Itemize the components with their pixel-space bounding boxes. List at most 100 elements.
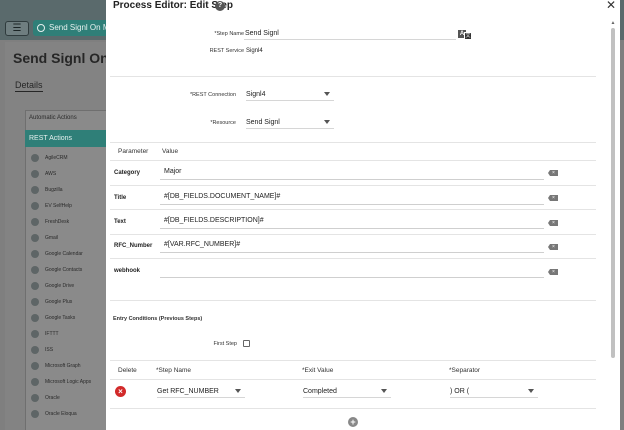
chevron-down-icon: [381, 389, 387, 393]
parameter-value-input[interactable]: #[DB_FIELDS.DOCUMENT_NAME]#: [160, 191, 544, 205]
rest-action-item[interactable]: Google Tasks: [31, 310, 91, 326]
condition-step-name-value: Get RFC_NUMBER: [157, 388, 219, 395]
parameter-value-input[interactable]: #[DB_FIELDS.DESCRIPTION]#: [160, 215, 544, 229]
rest-action-item[interactable]: Microsoft Logic Apps: [31, 374, 91, 390]
divider: [110, 408, 596, 409]
rest-action-item[interactable]: ISS: [31, 342, 91, 358]
clear-field-icon[interactable]: ×: [548, 269, 558, 275]
scroll-up-arrow-icon[interactable]: ▲: [610, 20, 616, 26]
service-logo-icon: [31, 346, 39, 354]
rest-action-item[interactable]: Microsoft Graph: [31, 358, 91, 374]
service-logo-icon: [31, 282, 39, 290]
rest-action-label: AWS: [45, 171, 57, 177]
delete-column-header: Delete: [118, 367, 137, 374]
delete-icon[interactable]: ×: [115, 386, 126, 397]
service-logo-icon: [31, 186, 39, 194]
condition-separator-select[interactable]: ) OR (: [450, 386, 538, 398]
rest-action-item[interactable]: AWS: [31, 166, 91, 182]
rest-action-item[interactable]: Gmail: [31, 230, 91, 246]
rest-action-item[interactable]: FreshDesk: [31, 214, 91, 230]
divider: [110, 209, 596, 210]
separator-column-header: *Separator: [449, 367, 481, 374]
tab-details[interactable]: Details: [15, 80, 43, 92]
parameter-value-input[interactable]: [160, 264, 544, 278]
rest-action-label: Google Tasks: [45, 315, 76, 321]
parameter-name: RFC_Number: [114, 243, 153, 249]
rest-action-label: Oracle: [45, 395, 60, 401]
help-icon[interactable]: ?: [215, 1, 225, 11]
rest-action-item[interactable]: Google Plus: [31, 294, 91, 310]
clear-field-icon[interactable]: ×: [548, 170, 558, 176]
open-tab-label: Send Signl On M: [49, 23, 110, 32]
parameter-name: Text: [114, 219, 126, 225]
divider: [110, 76, 596, 77]
rest-action-label: Google Calendar: [45, 251, 83, 257]
clear-field-icon[interactable]: ×: [548, 244, 558, 250]
rest-action-item[interactable]: IFTTT: [31, 326, 91, 342]
exit-value-column-header: *Exit Value: [302, 367, 334, 374]
rest-action-label: Gmail: [45, 235, 59, 241]
menu-icon[interactable]: ☰: [5, 21, 29, 36]
rest-action-item[interactable]: AgileCRM: [31, 150, 91, 166]
automatic-actions-header[interactable]: Automatic Actions: [29, 115, 77, 121]
translate-b-glyph: 文: [464, 32, 472, 40]
divider: [110, 160, 596, 161]
service-logo-icon: [31, 266, 39, 274]
modal-scrollbar[interactable]: ▲: [610, 20, 616, 430]
rest-action-label: Oracle Eloqua: [45, 411, 77, 417]
divider: [110, 142, 596, 143]
parameter-name: Category: [114, 170, 141, 176]
rest-action-label: IFTTT: [45, 331, 59, 337]
rest-action-label: ISS: [45, 347, 54, 353]
clear-field-icon[interactable]: ×: [548, 220, 558, 226]
scrollbar-thumb[interactable]: [611, 28, 615, 358]
rest-action-label: EV SelfHelp: [45, 203, 72, 209]
parameter-value-input[interactable]: Major: [160, 166, 544, 180]
rest-service-label: REST Service: [209, 48, 244, 54]
clear-field-icon[interactable]: ×: [548, 195, 558, 201]
rest-action-item[interactable]: EV SelfHelp: [31, 198, 91, 214]
service-logo-icon: [31, 218, 39, 226]
process-editor-modal: Process Editor: Edit Step ? ✕ ▲ *Step Na…: [106, 0, 620, 430]
step-name-label: *Step Name: [214, 31, 244, 37]
entry-conditions-label: Entry Conditions (Previous Steps): [113, 316, 203, 322]
translate-icon[interactable]: A 文: [458, 30, 474, 40]
divider: [110, 185, 596, 186]
rest-connection-label: *REST Connection: [189, 92, 236, 98]
service-logo-icon: [31, 394, 39, 402]
service-logo-icon: [31, 154, 39, 162]
rest-actions-header[interactable]: REST Actions: [25, 130, 115, 147]
service-logo-icon: [31, 170, 39, 178]
rest-action-label: Google Plus: [45, 299, 73, 305]
close-icon[interactable]: ✕: [606, 0, 616, 12]
service-logo-icon: [31, 298, 39, 306]
step-name-column-header: *Step Name: [156, 367, 192, 374]
step-name-input[interactable]: Send Signl: [244, 28, 456, 40]
rest-action-item[interactable]: Google Calendar: [31, 246, 91, 262]
condition-exit-value-value: Completed: [303, 388, 337, 395]
rest-action-label: FreshDesk: [45, 219, 70, 225]
rest-action-label: AgileCRM: [45, 155, 68, 161]
open-tab[interactable]: Send Signl On M: [33, 20, 113, 36]
resource-select[interactable]: Send Signl: [246, 117, 334, 129]
rest-action-item[interactable]: Bugzilla: [31, 182, 91, 198]
parameter-value-input[interactable]: #[VAR.RFC_NUMBER]#: [160, 239, 544, 253]
rest-connection-select[interactable]: Signl4: [246, 89, 334, 101]
parameter-column-header: Parameter: [118, 148, 149, 155]
rest-action-item[interactable]: Google Contacts: [31, 262, 91, 278]
rest-action-item[interactable]: Google Drive: [31, 278, 91, 294]
rest-action-label: Bugzilla: [45, 187, 63, 193]
rest-action-item[interactable]: Oracle Eloqua: [31, 406, 91, 422]
chevron-down-icon: [324, 120, 330, 124]
rest-connection-value: Signl4: [246, 91, 266, 98]
service-logo-icon: [31, 362, 39, 370]
resource-label: *Resource: [210, 120, 236, 126]
first-step-checkbox[interactable]: [243, 340, 250, 347]
chevron-down-icon: [324, 92, 330, 96]
service-logo-icon: [31, 330, 39, 338]
condition-exit-value-select[interactable]: Completed: [303, 386, 391, 398]
modal-header: Process Editor: Edit Step ? ✕: [106, 0, 620, 14]
add-condition-icon[interactable]: +: [348, 417, 358, 427]
condition-step-name-select[interactable]: Get RFC_NUMBER: [157, 386, 245, 398]
rest-action-item[interactable]: Oracle: [31, 390, 91, 406]
